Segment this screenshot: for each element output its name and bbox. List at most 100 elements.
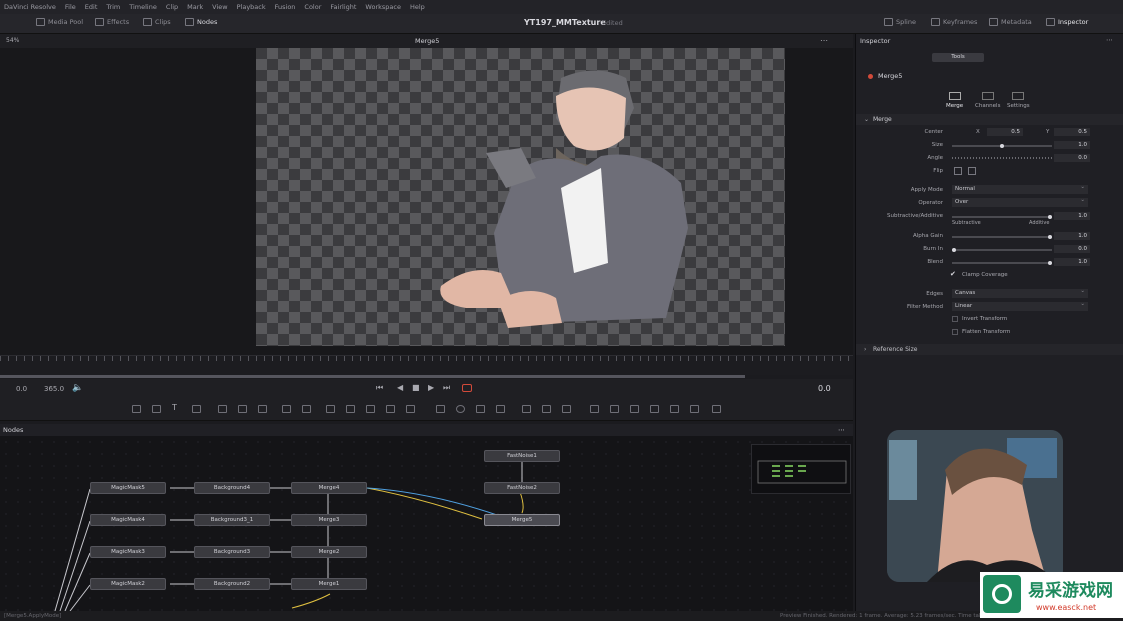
- burn-in-slider[interactable]: [952, 248, 1052, 252]
- shape-tool-icon[interactable]: [562, 405, 571, 413]
- node-background4[interactable]: Background4: [194, 482, 270, 494]
- burn-in-knob[interactable]: [952, 248, 956, 252]
- node-magicmask5[interactable]: MagicMask5: [90, 482, 166, 494]
- text-tool-icon[interactable]: T: [172, 403, 181, 412]
- transform-tool-icon[interactable]: [346, 405, 355, 413]
- 3d-shape-icon[interactable]: [630, 405, 639, 413]
- viewer-options-icon[interactable]: ⋯: [820, 36, 828, 45]
- menu-timeline[interactable]: Timeline: [129, 3, 157, 11]
- node-editor[interactable]: MagicMask5 MagicMask4 MagicMask3 MagicMa…: [0, 436, 853, 611]
- tab-settings[interactable]: Settings: [1007, 92, 1030, 109]
- menu-clip[interactable]: Clip: [166, 3, 178, 11]
- zoom-level[interactable]: 54%: [6, 37, 19, 44]
- node-merge3[interactable]: Merge3: [291, 514, 367, 526]
- inspector-options-icon[interactable]: ⋯: [1106, 36, 1113, 44]
- merge-section-header[interactable]: ⌄ Merge: [856, 114, 1123, 125]
- nodes-button[interactable]: Nodes: [185, 18, 217, 26]
- play-icon[interactable]: ▶: [428, 383, 434, 392]
- menu-mark[interactable]: Mark: [187, 3, 203, 11]
- invert-transform-checkbox[interactable]: [952, 316, 958, 322]
- flatten-transform-checkbox[interactable]: [952, 329, 958, 335]
- viewer-canvas[interactable]: [256, 48, 785, 346]
- loop-icon[interactable]: [462, 384, 472, 392]
- tools-tab[interactable]: Tools: [932, 53, 984, 62]
- edges-select[interactable]: Canvas: [952, 287, 1088, 298]
- camera-tool-icon[interactable]: [522, 405, 531, 413]
- operator-select[interactable]: Over: [952, 196, 1088, 207]
- node-magicmask3[interactable]: MagicMask3: [90, 546, 166, 558]
- subtractive-additive-slider[interactable]: [952, 215, 1052, 219]
- merge-tool-icon[interactable]: [326, 405, 335, 413]
- menu-workspace[interactable]: Workspace: [365, 3, 401, 11]
- light-tool-icon[interactable]: [542, 405, 551, 413]
- brightness-tool-icon[interactable]: [282, 405, 291, 413]
- filter-method-select[interactable]: Linear: [952, 300, 1088, 311]
- size-slider-knob[interactable]: [1000, 144, 1004, 148]
- 3d-camera-icon[interactable]: [690, 405, 699, 413]
- blend-field[interactable]: 1.0: [1054, 258, 1090, 266]
- menu-fairlight[interactable]: Fairlight: [330, 3, 356, 11]
- angle-field[interactable]: 0.0: [1054, 154, 1090, 162]
- go-to-start-icon[interactable]: ⏮: [376, 383, 383, 393]
- alpha-gain-knob[interactable]: [1048, 235, 1052, 239]
- clamp-coverage-checkbox[interactable]: ✔: [950, 270, 956, 278]
- menu-help[interactable]: Help: [410, 3, 425, 11]
- current-frame[interactable]: 0.0: [818, 384, 831, 393]
- inspector-button[interactable]: Inspector: [1046, 18, 1088, 26]
- center-y-field[interactable]: 0.5: [1054, 128, 1090, 136]
- menu-file[interactable]: File: [65, 3, 76, 11]
- reference-size-section[interactable]: › Reference Size: [856, 344, 1123, 355]
- play-reverse-icon[interactable]: ◀: [397, 383, 403, 392]
- menu-trim[interactable]: Trim: [106, 3, 120, 11]
- node-background2[interactable]: Background2: [194, 578, 270, 590]
- rectangle-mask-icon[interactable]: [436, 405, 445, 413]
- blend-knob[interactable]: [1048, 261, 1052, 265]
- 3d-image-icon[interactable]: [670, 405, 679, 413]
- nodes-options-icon[interactable]: ⋯: [838, 424, 845, 436]
- crop-tool-icon[interactable]: [386, 405, 395, 413]
- polygon-mask-icon[interactable]: [476, 405, 485, 413]
- particle-tool-icon[interactable]: [302, 405, 311, 413]
- apply-mode-select[interactable]: Normal: [952, 183, 1088, 194]
- 3d-render-icon[interactable]: [610, 405, 619, 413]
- 3d-merge-icon[interactable]: [590, 405, 599, 413]
- node-background3-1[interactable]: Background3_1: [194, 514, 270, 526]
- color-tool-icon[interactable]: [258, 405, 267, 413]
- node-magicmask2[interactable]: MagicMask2: [90, 578, 166, 590]
- image-plane-icon[interactable]: [152, 405, 161, 413]
- background-tool-icon[interactable]: [132, 405, 141, 413]
- size-slider[interactable]: [952, 144, 1052, 148]
- angle-thumbwheel[interactable]: [952, 157, 1052, 159]
- subtractive-additive-knob[interactable]: [1048, 215, 1052, 219]
- ellipse-mask-icon[interactable]: [456, 405, 465, 413]
- tab-channels[interactable]: Channels: [975, 92, 1000, 109]
- stop-icon[interactable]: ■: [412, 383, 420, 392]
- scrub-bar[interactable]: [0, 375, 745, 378]
- clips-button[interactable]: Clips: [143, 18, 171, 26]
- node-navigator[interactable]: [751, 444, 851, 494]
- mask-tool-icon[interactable]: [218, 405, 227, 413]
- media-pool-button[interactable]: Media Pool: [36, 18, 83, 26]
- alpha-gain-field[interactable]: 1.0: [1054, 232, 1090, 240]
- blend-slider[interactable]: [952, 261, 1052, 265]
- 3d-text-icon[interactable]: [650, 405, 659, 413]
- center-x-field[interactable]: 0.5: [987, 128, 1023, 136]
- menu-edit[interactable]: Edit: [85, 3, 98, 11]
- node-merge4[interactable]: Merge4: [291, 482, 367, 494]
- 3d-light-icon[interactable]: [712, 405, 721, 413]
- render-end[interactable]: 365.0: [44, 385, 64, 393]
- spline-button[interactable]: Spline: [884, 18, 916, 26]
- burn-in-field[interactable]: 0.0: [1054, 245, 1090, 253]
- loader-tool-icon[interactable]: [406, 405, 415, 413]
- bspline-mask-icon[interactable]: [496, 405, 505, 413]
- go-to-end-icon[interactable]: ⏭: [443, 383, 450, 393]
- flip-vertical-icon[interactable]: [968, 167, 976, 175]
- node-fastnoise1[interactable]: FastNoise1: [484, 450, 560, 462]
- menu-fusion[interactable]: Fusion: [275, 3, 296, 11]
- node-merge2[interactable]: Merge2: [291, 546, 367, 558]
- speaker-icon[interactable]: 🔈: [72, 383, 83, 393]
- keyframes-button[interactable]: Keyframes: [931, 18, 977, 26]
- timeline-ruler[interactable]: [0, 355, 853, 375]
- node-background3[interactable]: Background3: [194, 546, 270, 558]
- flip-horizontal-icon[interactable]: [954, 167, 962, 175]
